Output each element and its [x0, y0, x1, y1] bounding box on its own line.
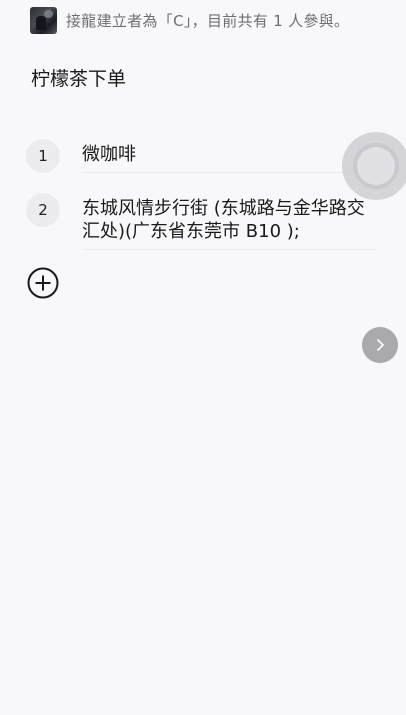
page-title: 柠檬茶下单	[31, 68, 127, 90]
item-number-badge: 1	[26, 139, 60, 173]
assistive-touch-icon	[357, 147, 395, 185]
add-item-button[interactable]	[27, 267, 59, 299]
item-number-badge: 2	[26, 193, 60, 227]
header-bar: 接龍建立者為「C」，目前共有 1 人參與。	[30, 6, 396, 34]
chevron-right-icon	[377, 339, 384, 351]
list-item[interactable]: 1 微咖啡	[26, 139, 376, 173]
participation-info: 接龍建立者為「C」，目前共有 1 人參與。	[66, 11, 350, 30]
item-text[interactable]: 微咖啡	[82, 139, 376, 173]
item-text[interactable]: 东城风情步行街 (东城路与金华路交汇处)(广东省东莞市 B10 );	[82, 193, 376, 250]
plus-circle-icon	[27, 267, 59, 299]
assistive-touch-button[interactable]	[342, 132, 406, 200]
creator-avatar[interactable]	[30, 6, 57, 34]
list-item[interactable]: 2 东城风情步行街 (东城路与金华路交汇处)(广东省东莞市 B10 );	[26, 193, 376, 250]
next-button[interactable]	[362, 327, 398, 363]
